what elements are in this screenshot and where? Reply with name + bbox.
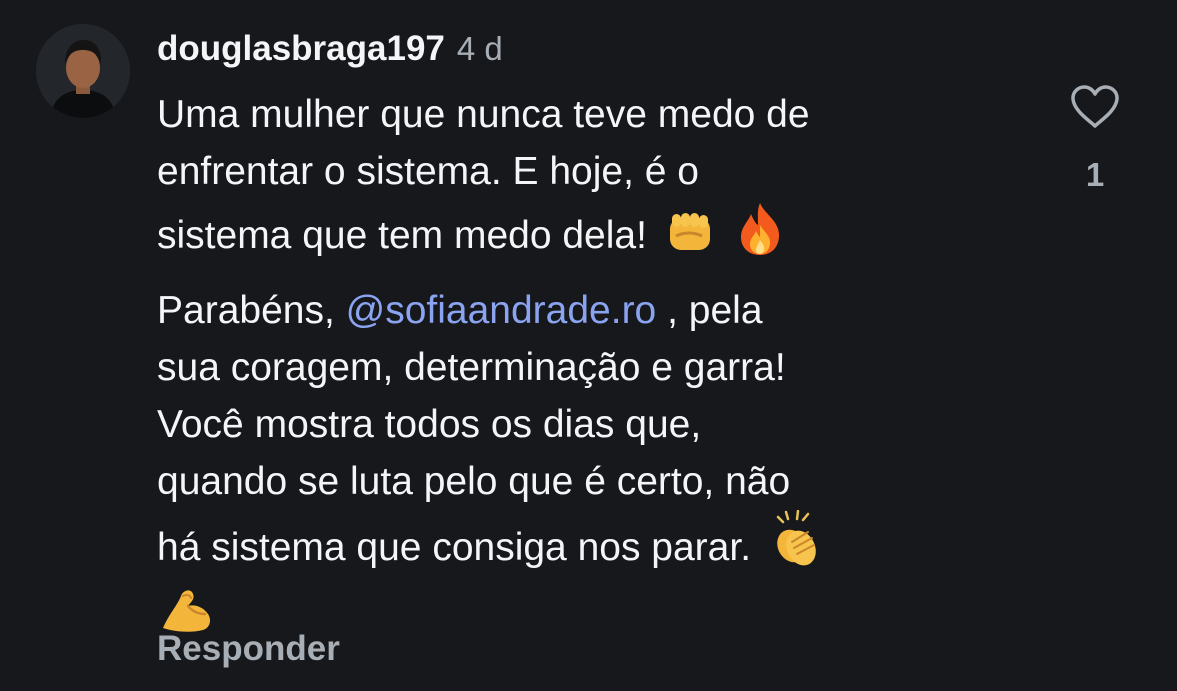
- text-segment: , pela: [667, 289, 763, 332]
- text-line: sistema que tem medo dela!: [157, 214, 647, 257]
- like-count: 1: [1085, 156, 1105, 193]
- clapping-hands-emoji: [768, 509, 824, 584]
- text-segment: Parabéns,: [157, 289, 335, 332]
- avatar-image: [36, 24, 130, 118]
- mention-link[interactable]: @sofiaandrade.ro: [346, 289, 657, 332]
- comment-paragraph: Parabéns, @sofiaandrade.ro , pela sua co…: [157, 282, 1037, 650]
- comment-text: Uma mulher que nunca teve medo de enfren…: [157, 86, 1037, 650]
- avatar[interactable]: [36, 24, 130, 118]
- text-line: Você mostra todos os dias que,: [157, 403, 702, 446]
- text-line: quando se luta pelo que é certo, não: [157, 460, 791, 503]
- heart-outline-icon: [1071, 85, 1119, 128]
- oncoming-fist-emoji: [664, 208, 718, 272]
- text-line: há sistema que consiga nos parar.: [157, 526, 752, 569]
- comment-header: douglasbraga197 4 d: [157, 24, 503, 74]
- reply-button[interactable]: Responder: [157, 623, 340, 675]
- text-line: enfrentar o sistema. E hoje, é o: [157, 150, 699, 193]
- username[interactable]: douglasbraga197: [157, 29, 445, 69]
- text-line: sua coragem, determinação e garra!: [157, 346, 786, 389]
- like-button[interactable]: [1069, 84, 1121, 130]
- timestamp: 4 d: [456, 30, 503, 67]
- comment-item: douglasbraga197 4 d Uma mulher que nunca…: [0, 0, 1177, 691]
- comment-paragraph: Uma mulher que nunca teve medo de enfren…: [157, 86, 1037, 272]
- fire-emoji: [735, 200, 785, 272]
- text-line: Uma mulher que nunca teve medo de: [157, 93, 810, 136]
